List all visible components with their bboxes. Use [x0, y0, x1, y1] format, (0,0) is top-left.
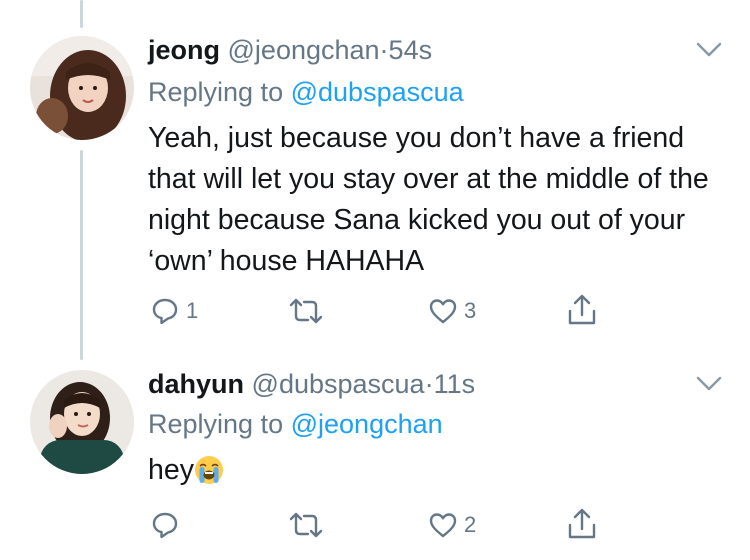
reply-button[interactable] — [150, 510, 186, 540]
tweet-text-container: hey — [148, 450, 728, 491]
loudly-crying-face-icon — [194, 456, 223, 484]
retweet-icon — [289, 512, 323, 538]
like-button[interactable]: 2 — [428, 510, 476, 540]
thread-line-top — [80, 0, 83, 28]
mention-link[interactable]: @jeongchan — [291, 409, 443, 439]
share-button[interactable] — [566, 507, 598, 541]
user-handle[interactable]: @jeongchan — [228, 35, 380, 65]
display-name[interactable]: dahyun — [148, 369, 244, 399]
retweet-button[interactable] — [288, 296, 330, 326]
avatar[interactable] — [30, 36, 134, 140]
replying-to: Replying to @dubspascua — [148, 76, 464, 108]
user-handle[interactable]: @dubspascua — [252, 369, 425, 399]
retweet-button[interactable] — [288, 510, 330, 540]
reply-icon — [152, 512, 178, 539]
timestamp[interactable]: 11s — [434, 369, 476, 399]
chevron-down-icon[interactable] — [696, 376, 722, 392]
tweet-header: dahyun @dubspascua·11s — [148, 368, 475, 400]
share-icon — [568, 294, 596, 325]
avatar[interactable] — [30, 370, 134, 474]
like-count: 2 — [464, 512, 477, 537]
retweet-icon — [289, 298, 323, 324]
display-name[interactable]: jeong — [148, 35, 220, 65]
tweet-text: Yeah, just because you don’t have a frie… — [148, 122, 709, 277]
reply-icon — [152, 298, 178, 325]
tweet-header: jeong @jeongchan·54s — [148, 34, 432, 66]
separator-dot: · — [379, 35, 389, 65]
like-count: 3 — [464, 298, 477, 323]
share-button[interactable] — [566, 293, 598, 327]
separator-dot: · — [424, 369, 434, 399]
chevron-down-icon[interactable] — [696, 42, 722, 58]
replying-prefix: Replying to — [148, 409, 284, 439]
share-icon — [568, 508, 596, 539]
like-icon — [429, 299, 457, 324]
thread-line-middle — [80, 150, 83, 360]
reply-button[interactable]: 1 — [150, 296, 198, 326]
tweet-text: hey — [148, 454, 194, 486]
timestamp[interactable]: 54s — [389, 35, 433, 65]
like-icon — [429, 513, 457, 538]
mention-link[interactable]: @dubspascua — [291, 77, 464, 107]
reply-count: 1 — [186, 298, 199, 323]
like-button[interactable]: 3 — [428, 296, 476, 326]
replying-prefix: Replying to — [148, 77, 284, 107]
replying-to: Replying to @jeongchan — [148, 408, 443, 440]
